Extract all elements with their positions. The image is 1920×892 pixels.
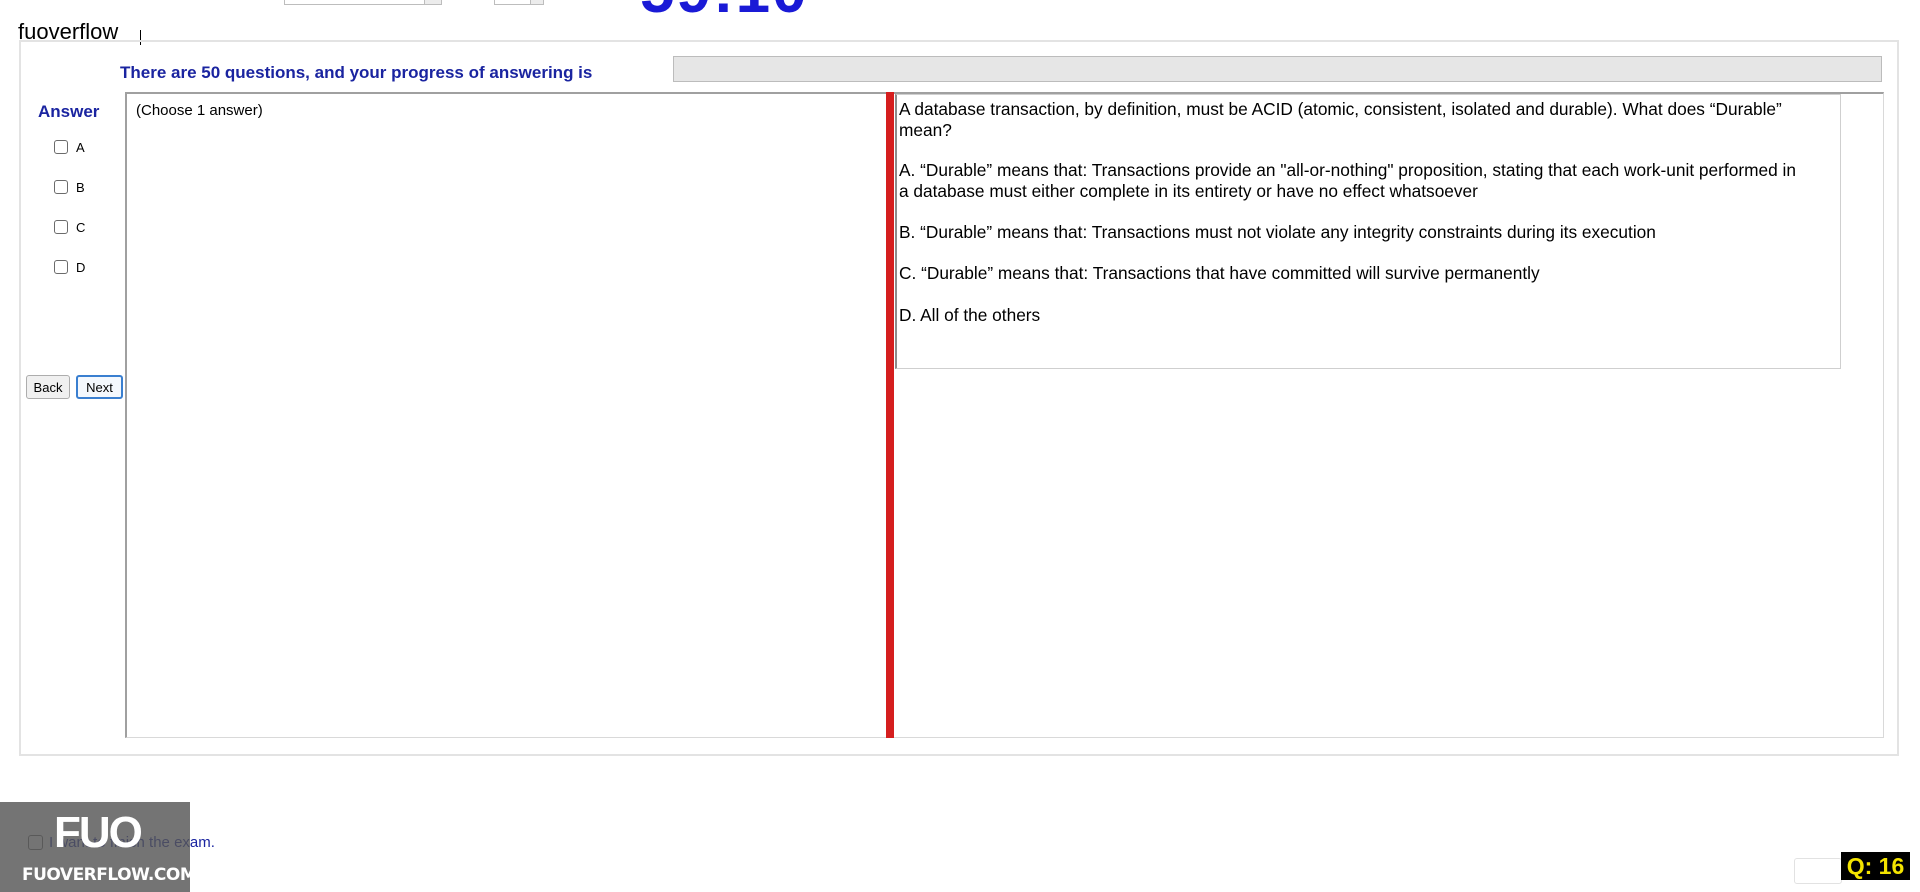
answer-option-d[interactable]: D [54, 258, 85, 276]
question-option-a: A. “Durable” means that: Transactions pr… [899, 160, 1796, 201]
spin-arrow-icon [530, 0, 543, 4]
answer-option-label: B [76, 179, 85, 195]
answer-checkbox-a[interactable] [54, 140, 68, 154]
progress-bar [673, 56, 1882, 82]
question-option-b: B. “Durable” means that: Transactions mu… [899, 222, 1656, 242]
bottom-field[interactable] [1794, 858, 1842, 884]
answer-checkbox-c[interactable] [54, 220, 68, 234]
watermark-logo-mark: FUO [54, 808, 143, 857]
top-dropdown[interactable] [284, 0, 442, 5]
question-stem: A database transaction, by definition, m… [899, 99, 1782, 140]
question-number-badge: Q: 16 [1841, 852, 1910, 880]
answer-checkbox-d[interactable] [54, 260, 68, 274]
top-spinbox[interactable] [494, 0, 544, 5]
answer-option-label: D [76, 259, 86, 275]
answer-option-a[interactable]: A [54, 138, 85, 156]
next-button[interactable]: Next [76, 375, 123, 399]
answer-option-label: C [76, 219, 86, 235]
back-button[interactable]: Back [26, 375, 70, 399]
answer-option-label: A [76, 139, 85, 155]
answer-option-b[interactable]: B [54, 178, 85, 196]
dropdown-arrow-icon [424, 0, 441, 4]
answer-checkbox-b[interactable] [54, 180, 68, 194]
answer-option-c[interactable]: C [54, 218, 85, 236]
progress-label: There are 50 questions, and your progres… [120, 63, 593, 82]
panel-splitter[interactable] [886, 92, 894, 738]
answer-panel [125, 92, 889, 738]
answer-heading: Answer [38, 102, 100, 121]
question-option-d: D. All of the others [899, 305, 1041, 325]
choose-instruction: (Choose 1 answer) [136, 102, 263, 119]
watermark-text: FUOVERFLOW.COM [22, 865, 197, 885]
watermark-logo: FUO FUOVERFLOW.COM [0, 802, 197, 892]
exam-timer: 59:10 [640, 0, 809, 27]
question-option-c: C. “Durable” means that: Transactions th… [899, 263, 1540, 283]
